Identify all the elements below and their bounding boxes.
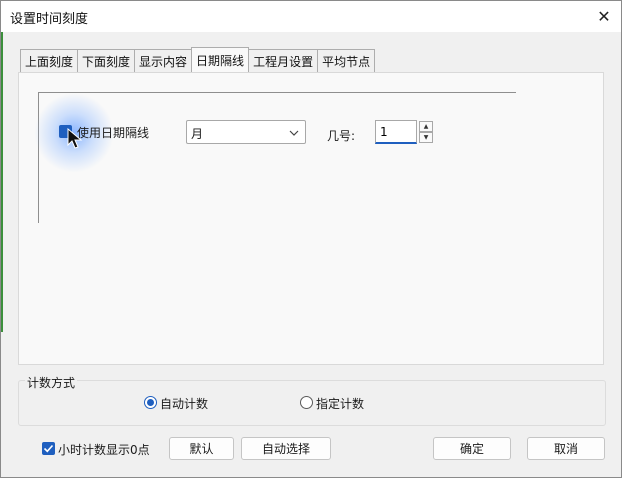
hour-zero-checkbox[interactable]	[42, 442, 55, 455]
cancel-button[interactable]: 取消	[527, 437, 605, 460]
ok-button[interactable]: 确定	[433, 437, 511, 460]
auto-select-button[interactable]: 自动选择	[241, 437, 331, 460]
day-number-input[interactable]	[375, 120, 417, 144]
date-unit-value: 月	[191, 127, 204, 141]
close-icon: ✕	[597, 7, 611, 26]
tab-strip: 上面刻度 下面刻度 显示内容 日期隔线 工程月设置 平均节点	[20, 47, 376, 72]
hour-zero-label: 小时计数显示0点	[58, 443, 150, 457]
tab-date-line[interactable]: 日期隔线	[191, 47, 250, 72]
dialog-window: 设置时间刻度 ✕ 上面刻度 下面刻度 显示内容 日期隔线 工程月设置 平均节点 …	[0, 0, 622, 478]
date-unit-dropdown[interactable]: 月	[186, 120, 306, 144]
tab-display-content[interactable]: 显示内容	[134, 49, 193, 72]
window-title: 设置时间刻度	[10, 12, 89, 27]
spin-down-button[interactable]: ▼	[419, 132, 433, 143]
close-button[interactable]: ✕	[587, 1, 621, 32]
mouse-pointer-icon	[67, 128, 83, 149]
specified-count-label: 指定计数	[316, 397, 365, 411]
tab-average-node[interactable]: 平均节点	[317, 49, 376, 72]
tab-top-scale[interactable]: 上面刻度	[20, 49, 79, 72]
count-method-legend: 计数方式	[25, 374, 78, 391]
use-date-line-label: 使用日期隔线	[77, 126, 150, 140]
date-line-group	[38, 92, 516, 223]
specified-count-radio[interactable]	[300, 396, 313, 409]
auto-count-label: 自动计数	[160, 397, 209, 411]
auto-count-radio[interactable]	[144, 396, 157, 409]
tab-project-month[interactable]: 工程月设置	[248, 49, 319, 72]
checkmark-icon	[43, 444, 54, 453]
day-number-label: 几号:	[327, 129, 356, 143]
spin-up-button[interactable]: ▲	[419, 121, 433, 132]
chevron-down-icon	[289, 130, 299, 136]
title-bar: 设置时间刻度 ✕	[1, 1, 621, 32]
background-edge	[1, 32, 3, 332]
default-button[interactable]: 默认	[169, 437, 234, 460]
tab-bottom-scale[interactable]: 下面刻度	[77, 49, 136, 72]
